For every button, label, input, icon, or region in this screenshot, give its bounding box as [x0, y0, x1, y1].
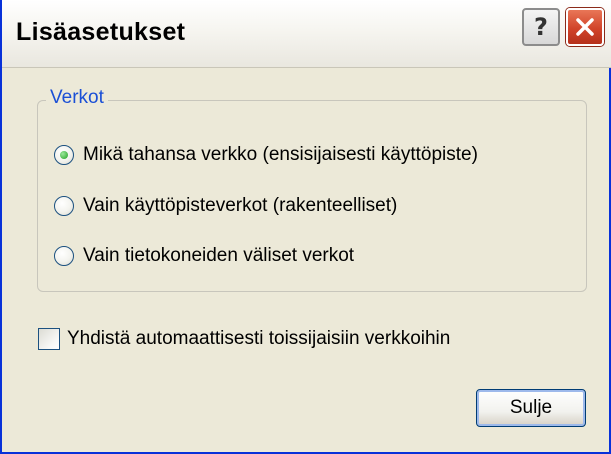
networks-group-title: Verkot	[46, 87, 108, 109]
radio-button[interactable]	[54, 196, 74, 216]
auto-connect-checkbox[interactable]	[38, 328, 60, 350]
help-button[interactable]: ?	[522, 8, 560, 46]
radio-button[interactable]	[54, 246, 74, 266]
close-icon	[576, 18, 594, 36]
radio-label: Vain tietokoneiden väliset verkot	[83, 245, 355, 266]
radio-option-access-point-only[interactable]: Vain käyttöpisteverkot (rakenteelliset)	[54, 195, 397, 217]
radio-label: Vain käyttöpisteverkot (rakenteelliset)	[83, 195, 398, 216]
radio-option-computer-to-computer-only[interactable]: Vain tietokoneiden väliset verkot	[54, 245, 354, 267]
radio-label: Mikä tahansa verkko (ensisijaisesti käyt…	[83, 144, 478, 165]
close-window-button[interactable]	[566, 8, 604, 46]
radio-button-checked[interactable]	[54, 145, 74, 165]
question-mark-icon: ?	[534, 13, 548, 41]
title-bar[interactable]: Lisäasetukset ?	[2, 0, 611, 68]
auto-connect-label: Yhdistä automaattisesti toissijaisiin ve…	[67, 328, 451, 349]
close-button[interactable]: Sulje	[476, 389, 586, 427]
dialog-title: Lisäasetukset	[16, 18, 186, 46]
advanced-settings-dialog: Lisäasetukset ? Verkot Mikä tahansa verk…	[0, 0, 611, 454]
radio-option-any-network[interactable]: Mikä tahansa verkko (ensisijaisesti käyt…	[54, 144, 478, 166]
auto-connect-option[interactable]: Yhdistä automaattisesti toissijaisiin ve…	[38, 328, 450, 350]
